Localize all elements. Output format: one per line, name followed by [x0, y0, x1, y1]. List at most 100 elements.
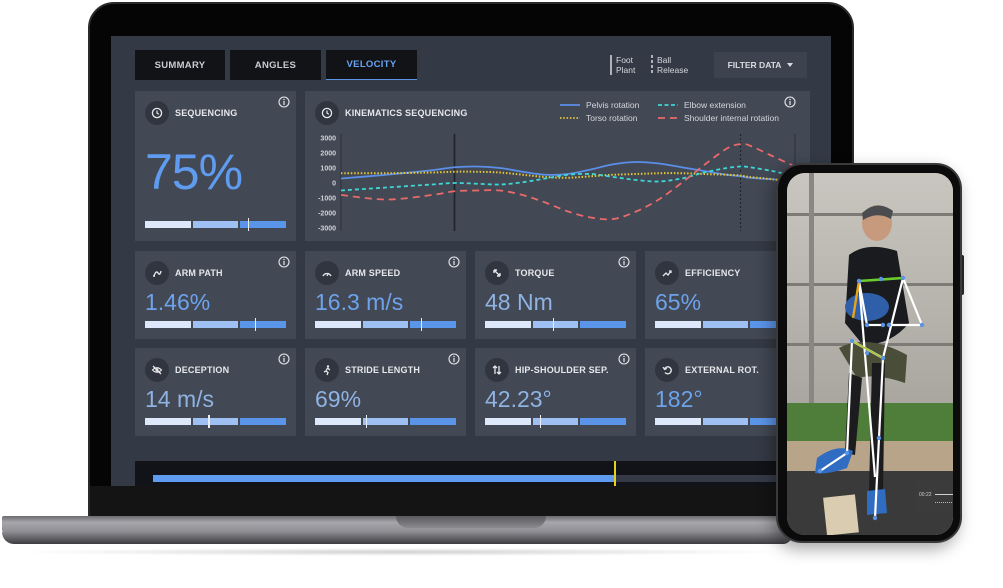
metric-value: 14 m/s: [145, 386, 215, 412]
metric-meter: [145, 318, 287, 331]
meter-segment-low: [145, 221, 191, 228]
metric-meter: [655, 318, 797, 331]
swap-vertical-icon: [485, 358, 509, 382]
metric-meter: [485, 415, 627, 428]
info-icon[interactable]: [278, 256, 290, 268]
metric-meter: [315, 415, 457, 428]
clock-icon: [145, 101, 169, 125]
ball-release-label-line1: Ball: [657, 55, 672, 65]
filter-data-button[interactable]: FILTER DATA: [714, 52, 807, 78]
meter-segment-low: [315, 321, 361, 328]
timeline-track[interactable]: [153, 475, 793, 482]
laptop-shadow: [10, 548, 790, 556]
meter-marker: [365, 415, 368, 428]
ball-release-label-line2: Release: [657, 65, 689, 75]
ball-release-legend: Ball Release: [651, 55, 689, 75]
dashboard-screen: SUMMARY ANGLES VELOCITY Foot Plant Ball …: [111, 36, 831, 486]
tab-angles[interactable]: ANGLES: [230, 50, 321, 80]
metric-value: 65%: [655, 289, 702, 315]
expand-arrows-icon: [485, 261, 509, 285]
meter-segment-high: [580, 418, 627, 425]
info-icon[interactable]: [278, 353, 290, 365]
y-tick-label: 1000: [320, 166, 336, 173]
metric-title: EFFICIENCY: [685, 268, 741, 278]
meter-segment-high: [240, 418, 287, 425]
metric-meter: [655, 415, 797, 428]
y-tick-label: 2000: [320, 151, 336, 158]
info-icon[interactable]: [618, 256, 630, 268]
meter-marker: [254, 318, 257, 331]
metric-card: HIP-SHOULDER SEP. 42.23°: [475, 348, 636, 436]
timeline-scrubber[interactable]: [135, 461, 793, 486]
arm-path-icon: [145, 261, 169, 285]
meter-segment-mid: [192, 418, 239, 425]
meter-segment-high: [240, 321, 287, 328]
metric-value: 42.23°: [485, 386, 552, 412]
caret-down-icon: [787, 63, 794, 67]
video-seek-bar[interactable]: [935, 494, 953, 495]
y-tick-label: 3000: [320, 136, 336, 143]
pelvis-rotation-line: [340, 161, 796, 183]
tab-velocity[interactable]: VELOCITY: [326, 50, 417, 80]
metric-card: STRIDE LENGTH 69%: [305, 348, 466, 436]
metric-title: EXTERNAL ROT.: [685, 365, 759, 375]
metric-card: ARM SPEED 16.3 m/s: [305, 251, 466, 339]
info-icon[interactable]: [278, 96, 290, 108]
info-icon[interactable]: [618, 353, 630, 365]
y-tick-label: -3000: [318, 226, 336, 233]
meter-marker: [208, 415, 210, 428]
meter-segment-mid: [702, 418, 749, 425]
legend-label: Pelvis rotation: [586, 100, 640, 110]
laptop-base-bottom: [2, 532, 792, 544]
elbow-extension-line: [340, 165, 796, 192]
metric-value: 16.3 m/s: [315, 289, 404, 315]
kinematics-chart: 3000 2000 1000 0 -1000 -2000 -3000 Pelvis rotat…: [318, 100, 796, 233]
metric-value: 48 Nm: [485, 289, 553, 315]
timeline-playhead[interactable]: [613, 461, 616, 486]
video-secondary-bar: [935, 502, 953, 503]
pose-video[interactable]: 00:22: [787, 173, 953, 535]
metric-title: ARM SPEED: [345, 268, 401, 278]
metric-title: STRIDE LENGTH: [345, 365, 421, 375]
running-icon: [315, 358, 339, 382]
meter-segment-low: [145, 418, 191, 425]
meter-marker: [552, 318, 555, 331]
timeline-progress: [153, 475, 614, 482]
meter-segment-mid: [702, 321, 749, 328]
video-controls[interactable]: 00:22: [915, 481, 953, 513]
laptop-notch: [396, 516, 546, 528]
y-tick-label: 0: [332, 181, 336, 188]
meter-segment-low: [485, 418, 531, 425]
foot-plant-label-line2: Plant: [616, 65, 636, 75]
meter-segment-high: [410, 418, 457, 425]
meter-segment-high: [580, 321, 627, 328]
meter-segment-high: [410, 321, 457, 328]
metric-value: 69%: [315, 386, 362, 412]
info-icon[interactable]: [448, 353, 460, 365]
video-timestamp: 00:22: [919, 492, 932, 498]
metric-card: DECEPTION 14 m/s: [135, 348, 296, 436]
sequencing-meter: [145, 218, 287, 231]
trending-up-icon: [655, 261, 679, 285]
meter-segment-mid: [362, 321, 409, 328]
filter-data-label: FILTER DATA: [727, 60, 782, 70]
solid-marker-icon: [610, 55, 612, 75]
meter-segment-low: [315, 418, 361, 425]
meter-segment-mid: [362, 418, 409, 425]
phone: 00:22: [776, 163, 962, 543]
device-mockup: SUMMARY ANGLES VELOCITY Foot Plant Ball …: [0, 0, 1003, 588]
foot-plant-label-line1: Foot: [616, 55, 634, 65]
shoulder-internal-rotation-line: [340, 142, 796, 221]
eye-off-icon: [145, 358, 169, 382]
metric-value: 182°: [655, 386, 703, 412]
metric-card: ARM PATH 1.46%: [135, 251, 296, 339]
kinematics-chart-card: KINEMATICS SEQUENCING 3000 2000 1000 0 -1000…: [305, 91, 810, 241]
metric-title: ARM PATH: [175, 268, 223, 278]
meter-segment-mid: [192, 221, 239, 228]
tab-summary[interactable]: SUMMARY: [135, 50, 225, 80]
metric-title: TORQUE: [515, 268, 555, 278]
meter-segment-low: [655, 418, 701, 425]
meter-marker: [420, 318, 423, 331]
info-icon[interactable]: [448, 256, 460, 268]
speedometer-icon: [315, 261, 339, 285]
